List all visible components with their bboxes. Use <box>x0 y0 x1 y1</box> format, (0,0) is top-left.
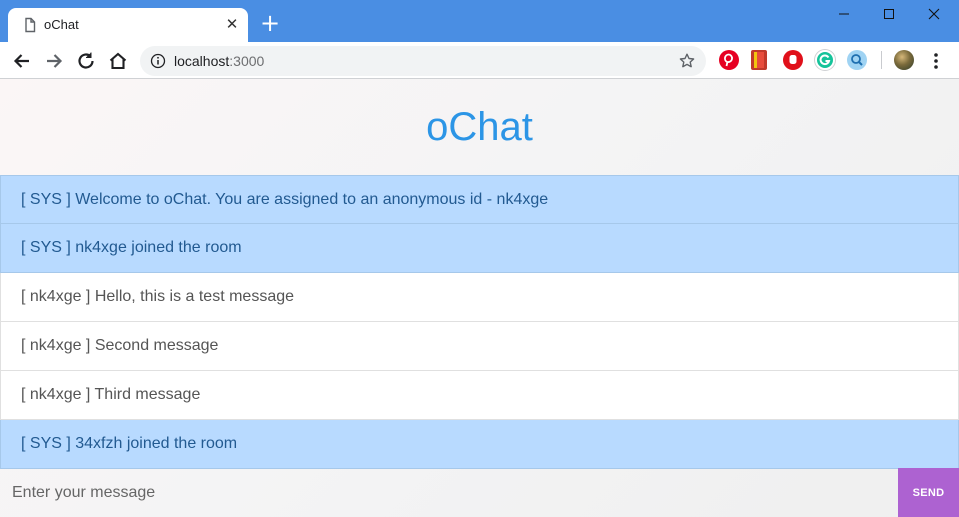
browser-toolbar: localhost:3000 <box>0 42 959 79</box>
reload-icon[interactable] <box>74 49 98 73</box>
url-host: localhost <box>174 53 230 69</box>
message-input[interactable] <box>0 468 898 517</box>
forward-arrow-icon[interactable] <box>42 49 66 73</box>
hand-stop-icon[interactable] <box>783 50 803 70</box>
bookmark-icon[interactable] <box>751 50 767 70</box>
user-message: [ nk4xge ] Hello, this is a test message <box>0 273 959 322</box>
system-message: [ SYS ] 34xfzh joined the room <box>0 420 959 469</box>
minimize-icon[interactable] <box>822 4 866 26</box>
pinterest-icon[interactable] <box>719 50 739 70</box>
message-composer: SEND <box>0 468 959 517</box>
user-message: [ nk4xge ] Third message <box>0 371 959 420</box>
window-close-icon[interactable] <box>912 4 956 26</box>
tab-ochat[interactable]: oChat ✕ <box>8 8 248 42</box>
app-title: oChat <box>426 105 533 149</box>
star-icon[interactable] <box>678 52 696 70</box>
profile-avatar[interactable] <box>894 50 914 70</box>
message-list: [ SYS ] Welcome to oChat. You are assign… <box>0 175 959 469</box>
url-text[interactable]: localhost:3000 <box>174 53 264 69</box>
info-icon[interactable] <box>150 53 166 69</box>
browser-titlebar: oChat ✕ + <box>0 0 959 42</box>
maximize-icon[interactable] <box>867 4 911 26</box>
send-button[interactable]: SEND <box>898 468 959 517</box>
toolbar-separator <box>881 51 882 69</box>
grammarly-icon[interactable] <box>815 50 835 70</box>
search-extension-icon[interactable] <box>847 50 867 70</box>
tab-title: oChat <box>44 17 79 32</box>
plus-icon[interactable]: + <box>258 11 282 36</box>
back-arrow-icon[interactable] <box>10 49 34 73</box>
close-icon[interactable]: ✕ <box>224 17 240 33</box>
user-message: [ nk4xge ] Second message <box>0 322 959 371</box>
page-icon <box>22 17 38 33</box>
home-icon[interactable] <box>106 49 130 73</box>
system-message: [ SYS ] nk4xge joined the room <box>0 224 959 273</box>
kebab-menu-icon[interactable] <box>924 49 948 73</box>
url-port: :3000 <box>229 53 265 69</box>
address-bar[interactable]: localhost:3000 <box>140 46 706 76</box>
system-message: [ SYS ] Welcome to oChat. You are assign… <box>0 175 959 224</box>
ochat-app: oChat [ SYS ] Welcome to oChat. You are … <box>0 79 959 517</box>
